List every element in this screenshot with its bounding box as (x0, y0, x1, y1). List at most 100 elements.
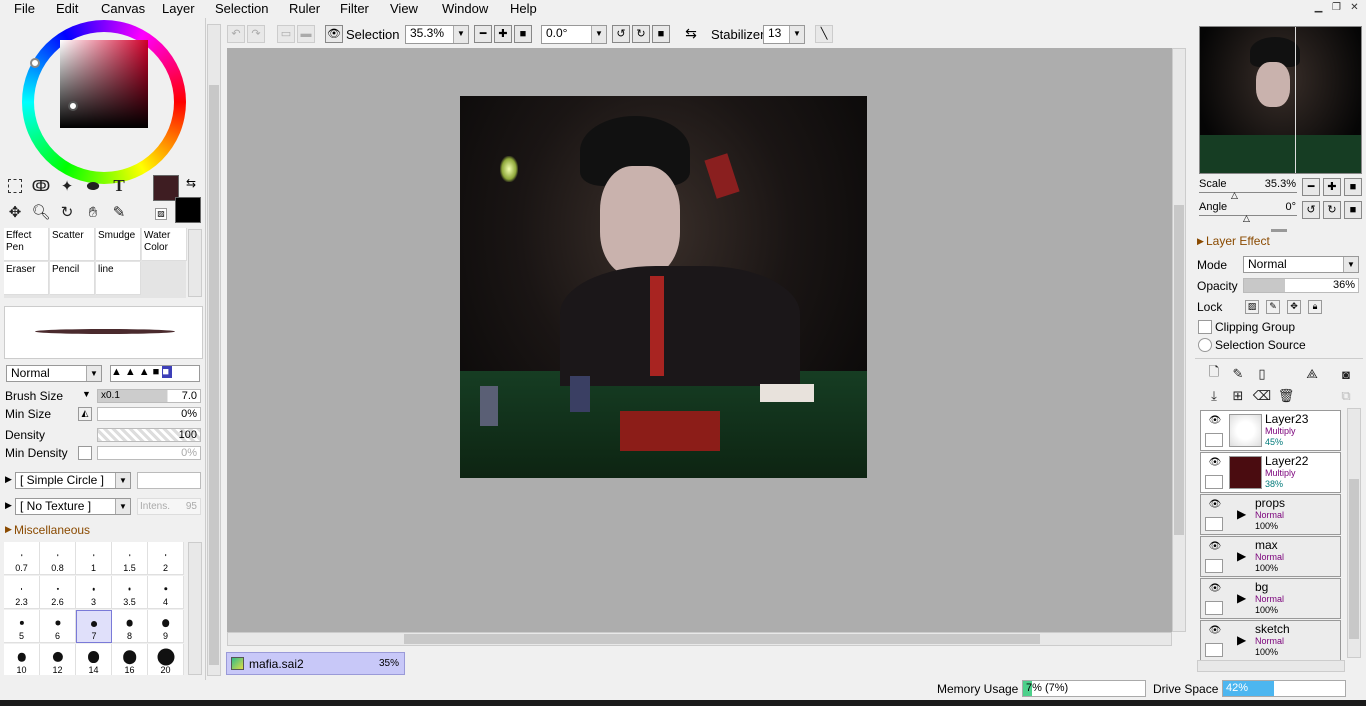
brush-size-cell[interactable]: 0.7 (4, 542, 40, 575)
undo-icon[interactable]: ↶ (227, 25, 245, 43)
min-size-pressure-icon[interactable]: ◭ (78, 407, 92, 421)
clear-layer-icon[interactable]: ⌫ (1251, 385, 1273, 407)
nav-rotate-left-icon[interactable]: ↺ (1302, 201, 1320, 219)
brush-line[interactable]: line (96, 262, 141, 295)
scale-slider[interactable] (1199, 192, 1297, 193)
layer-select-checkbox[interactable] (1205, 517, 1223, 531)
brush-size-cell[interactable]: 16 (112, 644, 148, 675)
shape-expand-icon[interactable]: ▶ (5, 474, 12, 485)
text-tool-icon[interactable]: T (108, 175, 130, 197)
restore-icon[interactable]: ❐ (1329, 1, 1344, 15)
layer-row-bg[interactable]: 👁︎ ▶ bg Normal 100% (1200, 578, 1341, 619)
brush-size-cell[interactable]: 2.3 (4, 576, 40, 609)
brush-size-cell[interactable]: 8 (112, 610, 148, 643)
folder-expand-icon[interactable]: ▶ (1237, 591, 1246, 605)
brush-size-cell[interactable]: 2.6 (40, 576, 76, 609)
menu-edit[interactable]: Edit (56, 1, 78, 16)
nav-zoom-reset-icon[interactable]: ■ (1344, 178, 1362, 196)
min-density-checkbox[interactable] (78, 446, 92, 460)
layer-opacity-slider[interactable]: 36% (1243, 278, 1359, 293)
minimize-icon[interactable]: ▁ (1311, 1, 1326, 15)
hue-picker-handle[interactable] (30, 58, 40, 68)
new-folder-icon[interactable]: ▯ (1251, 363, 1273, 385)
rotate-right-icon[interactable]: ↻ (632, 25, 650, 43)
miscellaneous-label[interactable]: Miscellaneous (14, 523, 90, 537)
merge-layers-icon[interactable]: ⊞ (1227, 385, 1249, 407)
layer-select-checkbox[interactable] (1205, 643, 1223, 657)
eye-icon[interactable]: 👁︎ (1205, 541, 1225, 555)
invert-selection-icon[interactable]: ▬ (297, 25, 315, 43)
density-slider[interactable]: 100 (97, 428, 201, 442)
eye-icon[interactable]: 👁︎ (1205, 499, 1225, 513)
layer-extra-icon[interactable]: ⧉ (1335, 385, 1357, 407)
shape-param-field[interactable] (137, 472, 201, 489)
min-density-slider[interactable]: 0% (97, 446, 201, 460)
layer-effect-expand-icon[interactable]: ▶ (1197, 236, 1204, 247)
brush-water-color[interactable]: Water Color (142, 228, 187, 261)
straight-line-icon[interactable]: ╲ (815, 25, 833, 43)
layer-list-scrollbar[interactable] (1347, 408, 1361, 658)
brush-size-cell[interactable]: 3 (76, 576, 112, 609)
canvas-horizontal-scrollbar[interactable] (227, 632, 1172, 646)
brush-size-cell[interactable]: 4 (148, 576, 184, 609)
brush-smudge[interactable]: Smudge (96, 228, 141, 261)
selection-source-radio[interactable] (1198, 338, 1212, 352)
move-icon[interactable]: ✥ (4, 201, 26, 223)
layer-mask-icon[interactable]: ⟁ (1301, 363, 1323, 385)
brush-size-cell[interactable]: 20 (148, 644, 184, 675)
left-panel-scrollbar[interactable] (207, 24, 221, 676)
swap-colors-icon[interactable]: ⇆ (186, 176, 196, 190)
canvas-viewport[interactable] (227, 48, 1172, 632)
color-square[interactable] (60, 40, 148, 128)
brush-eraser[interactable]: Eraser (4, 262, 49, 295)
eyedropper-icon[interactable]: ✎ (108, 201, 130, 223)
rect-select-icon[interactable] (4, 175, 26, 197)
layer-select-checkbox[interactable] (1205, 433, 1223, 447)
layer-row-sketch[interactable]: 👁︎ ▶ sketch Normal 100% (1200, 620, 1341, 661)
brush-size-cell[interactable]: 12 (40, 644, 76, 675)
layer-row-props[interactable]: 👁︎ ▶ props Normal 100% (1200, 494, 1341, 535)
texture-intensity-field[interactable]: Intens. 95 (137, 498, 201, 515)
sv-picker-handle[interactable] (68, 101, 78, 111)
rotate-icon[interactable]: ↻ (56, 201, 78, 223)
brush-size-cell[interactable]: 6 (40, 610, 76, 643)
brush-shape-select[interactable]: [ Simple Circle ] ▼ (15, 472, 131, 489)
hand-icon[interactable]: ✋︎ (82, 201, 104, 223)
deselect-icon[interactable]: ▭ (277, 25, 295, 43)
menu-help[interactable]: Help (510, 1, 537, 16)
lock-move-icon[interactable]: ✥ (1287, 300, 1301, 314)
flip-horizontal-icon[interactable]: ⇆ (682, 25, 700, 43)
brush-size-cell[interactable]: 2 (148, 542, 184, 575)
eye-icon[interactable]: 👁︎ (1205, 415, 1225, 429)
navigator-preview[interactable] (1199, 26, 1362, 174)
rotate-reset-icon[interactable]: ■ (652, 25, 670, 43)
brush-size-cell[interactable]: 10 (4, 644, 40, 675)
brush-scatter[interactable]: Scatter (50, 228, 95, 261)
eye-icon[interactable]: 👁︎ (1205, 583, 1225, 597)
brush-size-cell[interactable]: 1 (76, 542, 112, 575)
brush-size-scrollbar[interactable] (188, 542, 202, 675)
transparent-color-icon[interactable]: ▨ (155, 208, 167, 220)
eye-icon[interactable]: 👁︎ (1205, 625, 1225, 639)
layer-row-layer22[interactable]: 👁︎ Layer22 Multiply 38% (1200, 452, 1341, 493)
menu-ruler[interactable]: Ruler (289, 1, 320, 16)
rotate-left-icon[interactable]: ↺ (612, 25, 630, 43)
angle-slider-thumb[interactable]: △ (1243, 213, 1250, 224)
brush-size-cell[interactable]: 3.5 (112, 576, 148, 609)
zoom-icon[interactable]: 🔍︎ (30, 201, 52, 223)
magic-wand-icon[interactable]: ✦ (56, 175, 78, 197)
apply-mask-icon[interactable]: ◙ (1335, 363, 1357, 385)
lock-paint-icon[interactable]: ✎ (1266, 300, 1280, 314)
document-tab[interactable]: mafia.sai2 35% (226, 652, 405, 675)
brush-size-cell[interactable]: 7 (76, 610, 112, 643)
brush-size-cell[interactable]: 14 (76, 644, 112, 675)
angle-select[interactable]: 0.0° ▼ (541, 25, 607, 44)
zoom-in-icon[interactable]: ✚ (494, 25, 512, 43)
menu-file[interactable]: File (14, 1, 35, 16)
layer-list-hscrollbar[interactable] (1197, 660, 1345, 672)
stabilizer-select[interactable]: 13 ▼ (763, 25, 805, 44)
min-size-slider[interactable]: 0% (97, 407, 201, 421)
layer-row-layer23[interactable]: 👁︎ Layer23 Multiply 45% (1200, 410, 1341, 451)
layer-effect-header[interactable]: Layer Effect (1206, 234, 1270, 248)
menu-canvas[interactable]: Canvas (101, 1, 145, 16)
